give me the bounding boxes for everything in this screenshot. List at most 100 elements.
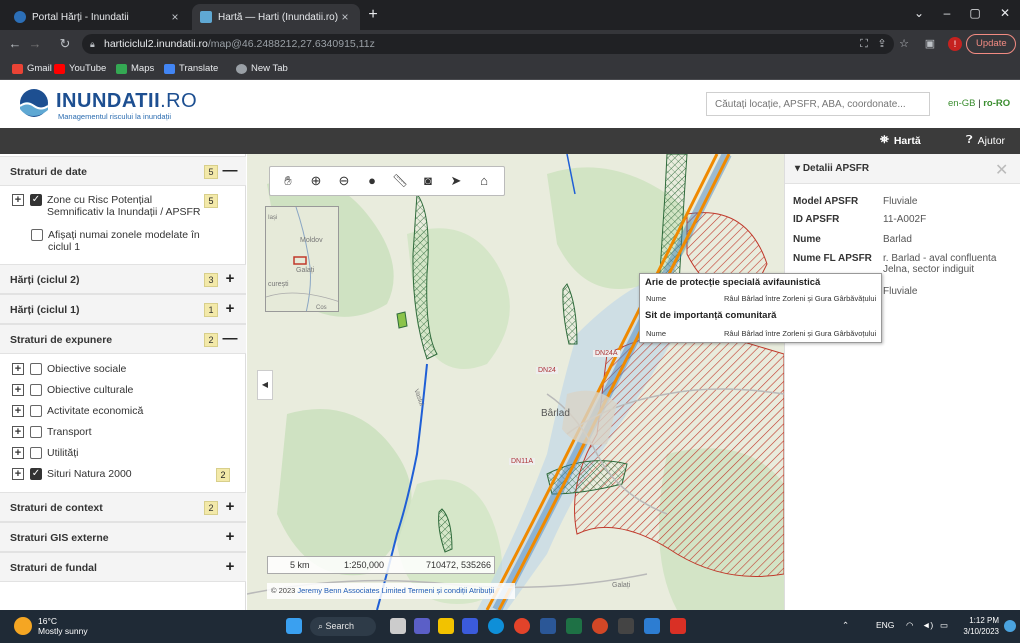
address-bar[interactable]: 🔒︎ harticiclul2.inundatii.ro/map@46.2488… [82,34,894,54]
overview-minimap[interactable]: Iași Moldov Galați curești Cos [265,206,339,312]
bookmark-new-tab[interactable]: New Tab [236,62,288,76]
weather-widget[interactable]: 16°C Mostly sunny [14,616,88,636]
expand-icon[interactable]: + [12,468,24,480]
expand-icon[interactable]: + [12,363,24,375]
input-language[interactable]: ENG [876,620,894,630]
details-header[interactable]: ▾ Detalii APSFR ✕ [785,154,1020,184]
expand-icon[interactable]: + [12,384,24,396]
section-exposure-layers[interactable]: Straturi de expunere 2 — [0,324,246,354]
back-button[interactable]: ← [6,36,24,52]
layer-checkbox[interactable] [30,426,42,438]
section-external-gis[interactable]: Straturi GIS externe + [0,522,246,552]
attribution-owner-link[interactable]: Jeremy Benn Associates Limited [297,586,405,595]
bookmark-maps[interactable]: Maps [116,62,154,76]
bookmark-gmail[interactable]: Gmail [12,62,52,76]
zoom-out-icon[interactable]: ⊖ [330,168,358,194]
locate-arrow-icon[interactable]: ➤ [442,168,470,194]
terms-link[interactable]: Termeni și condiții [408,586,468,595]
layer-checkbox[interactable] [30,447,42,459]
acrobat-icon[interactable] [670,618,686,634]
collapse-toggle[interactable]: — [222,331,238,347]
tab-search-icon[interactable]: ⌄ [904,6,934,20]
browser-tab-portal[interactable]: Portal Hărți - Inundatii × [6,4,190,30]
notification-icon[interactable] [1004,620,1016,632]
word-icon[interactable] [540,618,556,634]
bookmark-star-icon[interactable]: ☆ [896,36,912,52]
translate-page-icon[interactable]: ⛶ [856,36,872,52]
nav-help[interactable]: ❓︎ Ajutor [966,134,1005,147]
layer-modelled-only[interactable]: Afișați numai zonele modelate în ciclul 1 [31,229,200,253]
close-tab-icon[interactable]: × [168,10,182,24]
lang-ro-link[interactable]: ro-RO [983,98,1010,109]
collapse-sidebar-button[interactable]: ◀ [257,370,273,400]
collapse-toggle[interactable]: — [222,163,238,179]
expand-icon[interactable]: + [12,447,24,459]
expand-toggle[interactable]: + [222,559,238,575]
zoom-in-icon[interactable]: ⊕ [302,168,330,194]
section-maps-cycle2[interactable]: Hărți (ciclul 2) 3 + [0,264,246,294]
reload-button[interactable]: ↻ [56,36,74,52]
layer-economic[interactable]: + Activitate economică [12,405,143,417]
close-window-button[interactable]: ✕ [990,6,1020,20]
layer-checkbox[interactable]: ✓ [30,194,42,206]
expand-toggle[interactable]: + [222,271,238,287]
edge-icon[interactable] [488,618,504,634]
expand-icon[interactable]: + [12,405,24,417]
chrome-icon[interactable] [514,618,530,634]
minimize-button[interactable]: – [932,6,962,20]
new-tab-button[interactable]: + [364,6,382,24]
home-icon[interactable]: ⌂ [470,168,498,194]
profile-avatar[interactable]: ! [948,37,962,51]
chat-icon[interactable] [414,618,430,634]
excel-icon[interactable] [566,618,582,634]
layer-checkbox[interactable] [30,405,42,417]
browser-tab-map[interactable]: Hartă — Harti (Inundatii.ro) × [192,4,360,30]
measure-icon[interactable]: 📏︎ [386,168,414,194]
calendar-icon[interactable] [618,618,634,634]
section-basemaps[interactable]: Straturi de fundal + [0,552,246,582]
attributions-link[interactable]: Atribuții [469,586,494,595]
layer-natura2000[interactable]: + ✓ Situri Natura 2000 [12,468,132,480]
layer-checkbox[interactable] [30,363,42,375]
expand-icon[interactable]: + [12,426,24,438]
layer-transport[interactable]: + Transport [12,426,92,438]
battery-icon[interactable]: ▭ [940,620,948,631]
section-maps-cycle1[interactable]: Hărți (ciclul 1) 1 + [0,294,246,324]
system-clock[interactable]: 1:12 PM 3/10/2023 [963,615,999,637]
layer-social[interactable]: + Obiective sociale [12,363,126,375]
bookmark-translate[interactable]: Translate [164,62,218,76]
expand-icon[interactable]: + [12,194,24,206]
start-windows-icon[interactable] [286,618,302,634]
side-panel-icon[interactable]: ▣ [922,36,938,52]
layer-checkbox[interactable] [30,384,42,396]
update-button[interactable]: Update [966,34,1016,54]
maximize-button[interactable]: ▢ [960,6,990,20]
task-view-icon[interactable] [390,618,406,634]
volume-icon[interactable]: ◄) [922,620,933,630]
layer-checkbox[interactable] [31,229,43,241]
taskbar-search[interactable]: ⌕ Search [310,617,376,636]
camera-icon[interactable]: ◙ [414,168,442,194]
app-icon[interactable] [462,618,478,634]
forward-button[interactable]: → [26,36,44,52]
expand-toggle[interactable]: + [222,301,238,317]
info-icon[interactable]: ● [358,168,386,194]
share-icon[interactable]: ⇪ [874,36,890,52]
section-context-layers[interactable]: Straturi de context 2 + [0,492,246,522]
location-search-input[interactable] [706,92,930,116]
tray-chevron-icon[interactable]: ⌃ [842,620,849,631]
close-tab-icon[interactable]: × [338,10,352,24]
lang-en-link[interactable]: en-GB [948,98,975,109]
inundatii-logo-icon[interactable] [16,88,52,118]
layer-apsfr[interactable]: + ✓ Zone cu Risc Potențial Semnificativ l… [12,194,201,218]
powerpoint-icon[interactable] [592,618,608,634]
expand-toggle[interactable]: + [222,529,238,545]
nav-map[interactable]: ⛯ Hartă [880,134,921,147]
file-explorer-icon[interactable] [438,618,454,634]
pan-hand-icon[interactable]: ✋︎ [274,168,302,194]
section-data-layers[interactable]: Straturi de date 5 — [0,156,246,186]
layer-utilities[interactable]: + Utilități [12,447,79,459]
layer-cultural[interactable]: + Obiective culturale [12,384,133,396]
store-icon[interactable] [644,618,660,634]
wifi-icon[interactable]: ◠ [906,620,913,631]
